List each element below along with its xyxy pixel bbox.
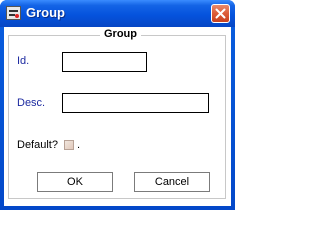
id-label: Id. (17, 55, 30, 67)
app-window-icon (6, 6, 21, 20)
close-button[interactable] (211, 4, 230, 23)
dialog-window: Group Group Id. Desc. Default? . OK Canc… (0, 0, 235, 210)
default-checkbox[interactable] (64, 140, 74, 150)
desc-input[interactable] (62, 93, 209, 113)
default-suffix: . (77, 139, 81, 151)
default-label: Default? (17, 139, 58, 151)
desc-label: Desc. (17, 97, 46, 109)
window-title: Group (26, 5, 65, 20)
title-bar[interactable]: Group (0, 0, 235, 27)
cancel-button[interactable]: Cancel (134, 172, 210, 192)
close-icon (215, 8, 226, 19)
group-box: Group Id. Desc. Default? . OK Cancel (8, 28, 226, 199)
group-box-legend: Group (100, 28, 141, 40)
dialog-client-area: Group Id. Desc. Default? . OK Cancel (4, 27, 231, 206)
ok-button[interactable]: OK (37, 172, 113, 192)
id-input[interactable] (62, 52, 147, 72)
